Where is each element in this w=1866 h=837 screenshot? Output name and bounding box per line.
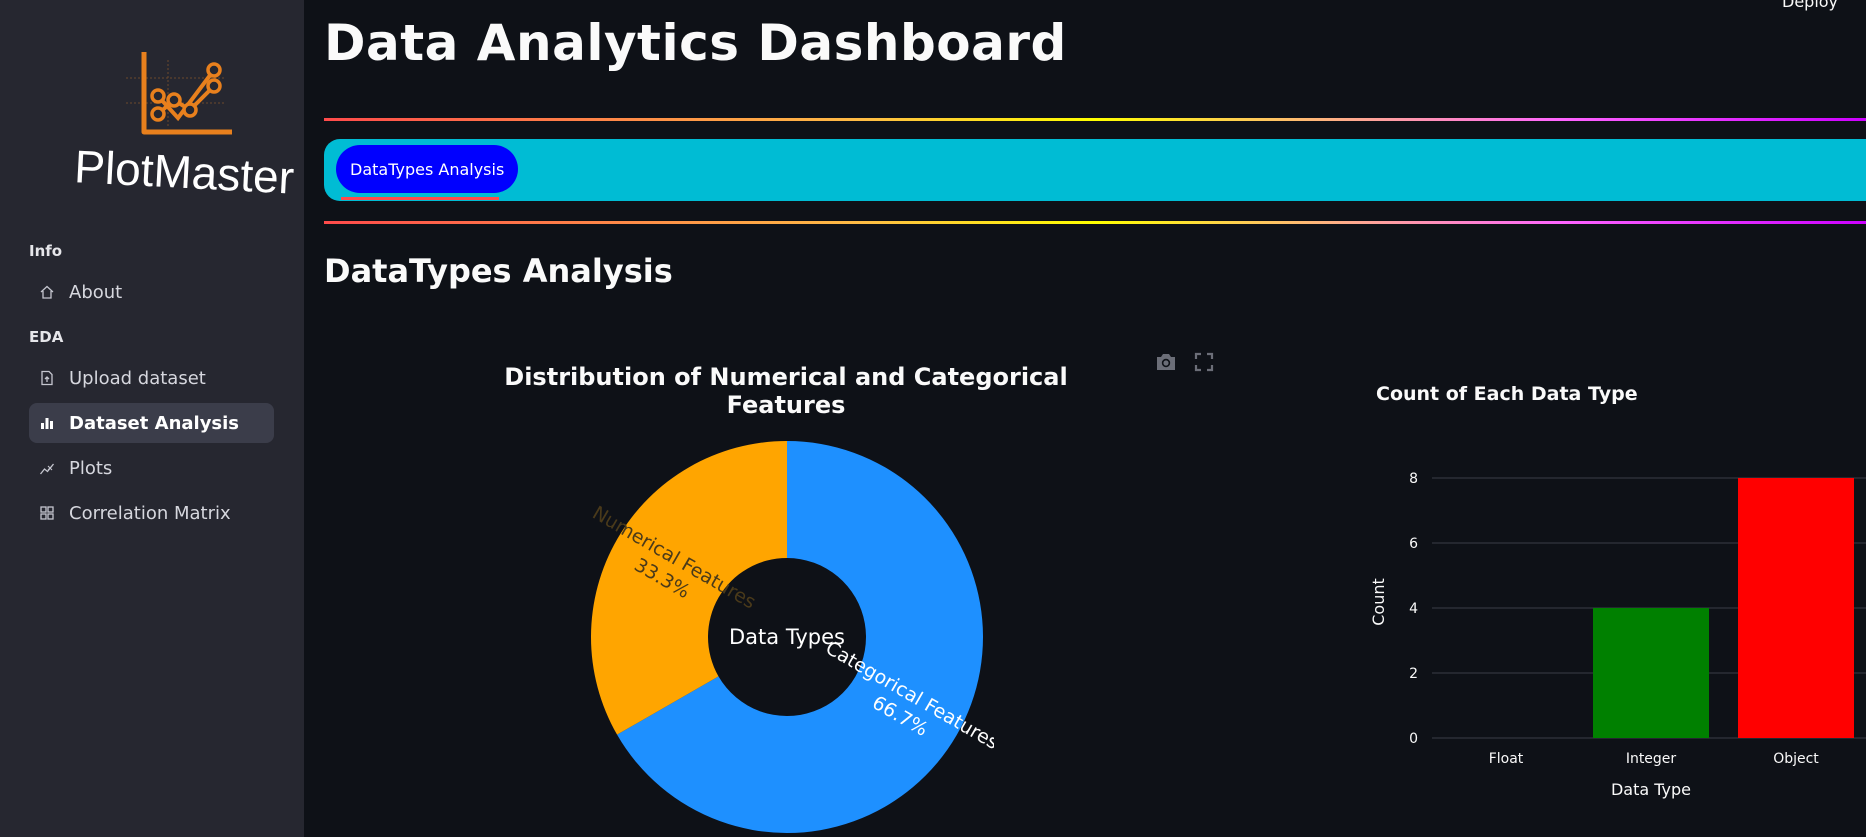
sidebar-item-dataset-analysis[interactable]: Dataset Analysis <box>29 403 274 443</box>
y-axis-label: Count <box>1369 578 1388 626</box>
sidebar-item-upload-dataset[interactable]: Upload dataset <box>29 358 274 398</box>
chart-modebar <box>1154 351 1216 373</box>
sidebar-item-label: Correlation Matrix <box>69 502 231 524</box>
line-chart-icon <box>37 458 57 478</box>
file-upload-icon <box>37 368 57 388</box>
bar-chart-icon <box>37 413 57 433</box>
deploy-button[interactable]: Deploy <box>1782 0 1838 11</box>
x-tick-label: Float <box>1489 751 1524 767</box>
donut-center-label: Data Types <box>729 625 845 649</box>
sidebar-item-label: Dataset Analysis <box>69 412 240 434</box>
page-title: Data Analytics Dashboard <box>324 14 1067 72</box>
fullscreen-icon[interactable] <box>1192 351 1216 373</box>
x-tick-label: Integer <box>1626 751 1677 767</box>
y-tick-label: 4 <box>1409 601 1418 617</box>
x-axis-label: Data Type <box>1611 780 1691 799</box>
y-tick-label: 8 <box>1409 471 1418 487</box>
divider <box>324 221 1866 224</box>
donut-chart: Categorical Features66.7%Numerical Featu… <box>589 441 994 833</box>
donut-chart-title: Distribution of Numerical and Categorica… <box>504 363 1068 419</box>
y-tick-label: 0 <box>1409 731 1418 747</box>
sidebar-item-correlation-matrix[interactable]: Correlation Matrix <box>29 493 274 533</box>
nav-header-eda: EDA <box>29 328 64 346</box>
grid-icon <box>37 503 57 523</box>
sidebar-item-label: About <box>69 281 123 303</box>
logo-wordmark: PlotMaster <box>73 140 295 203</box>
camera-icon[interactable] <box>1154 351 1178 373</box>
bar-chart: 0 2 4 6 8 Float Integer Object Data Type Count <box>1369 471 1866 799</box>
y-tick-label: 6 <box>1409 536 1418 552</box>
bar-chart-title: Count of Each Data Type <box>1376 383 1638 405</box>
bar[interactable] <box>1738 478 1854 738</box>
nav-header-info: Info <box>29 242 63 260</box>
x-tick-label: Object <box>1773 751 1819 767</box>
sidebar: PlotMaster Info About EDA Upload dataset… <box>0 0 304 837</box>
divider <box>324 118 1866 121</box>
sidebar-item-label: Plots <box>69 457 113 479</box>
tab-bar: DataTypes Analysis <box>324 139 1866 201</box>
sidebar-item-plots[interactable]: Plots <box>29 448 274 488</box>
plotmaster-logo: PlotMaster <box>73 52 295 204</box>
y-tick-label: 2 <box>1409 666 1418 682</box>
tab-datatypes-analysis[interactable]: DataTypes Analysis <box>336 145 519 193</box>
section-title: DataTypes Analysis <box>324 252 673 290</box>
sidebar-item-about[interactable]: About <box>29 272 274 312</box>
active-tab-indicator <box>341 197 499 200</box>
bar[interactable] <box>1593 608 1709 738</box>
sidebar-item-label: Upload dataset <box>69 367 206 389</box>
home-icon <box>37 282 57 302</box>
